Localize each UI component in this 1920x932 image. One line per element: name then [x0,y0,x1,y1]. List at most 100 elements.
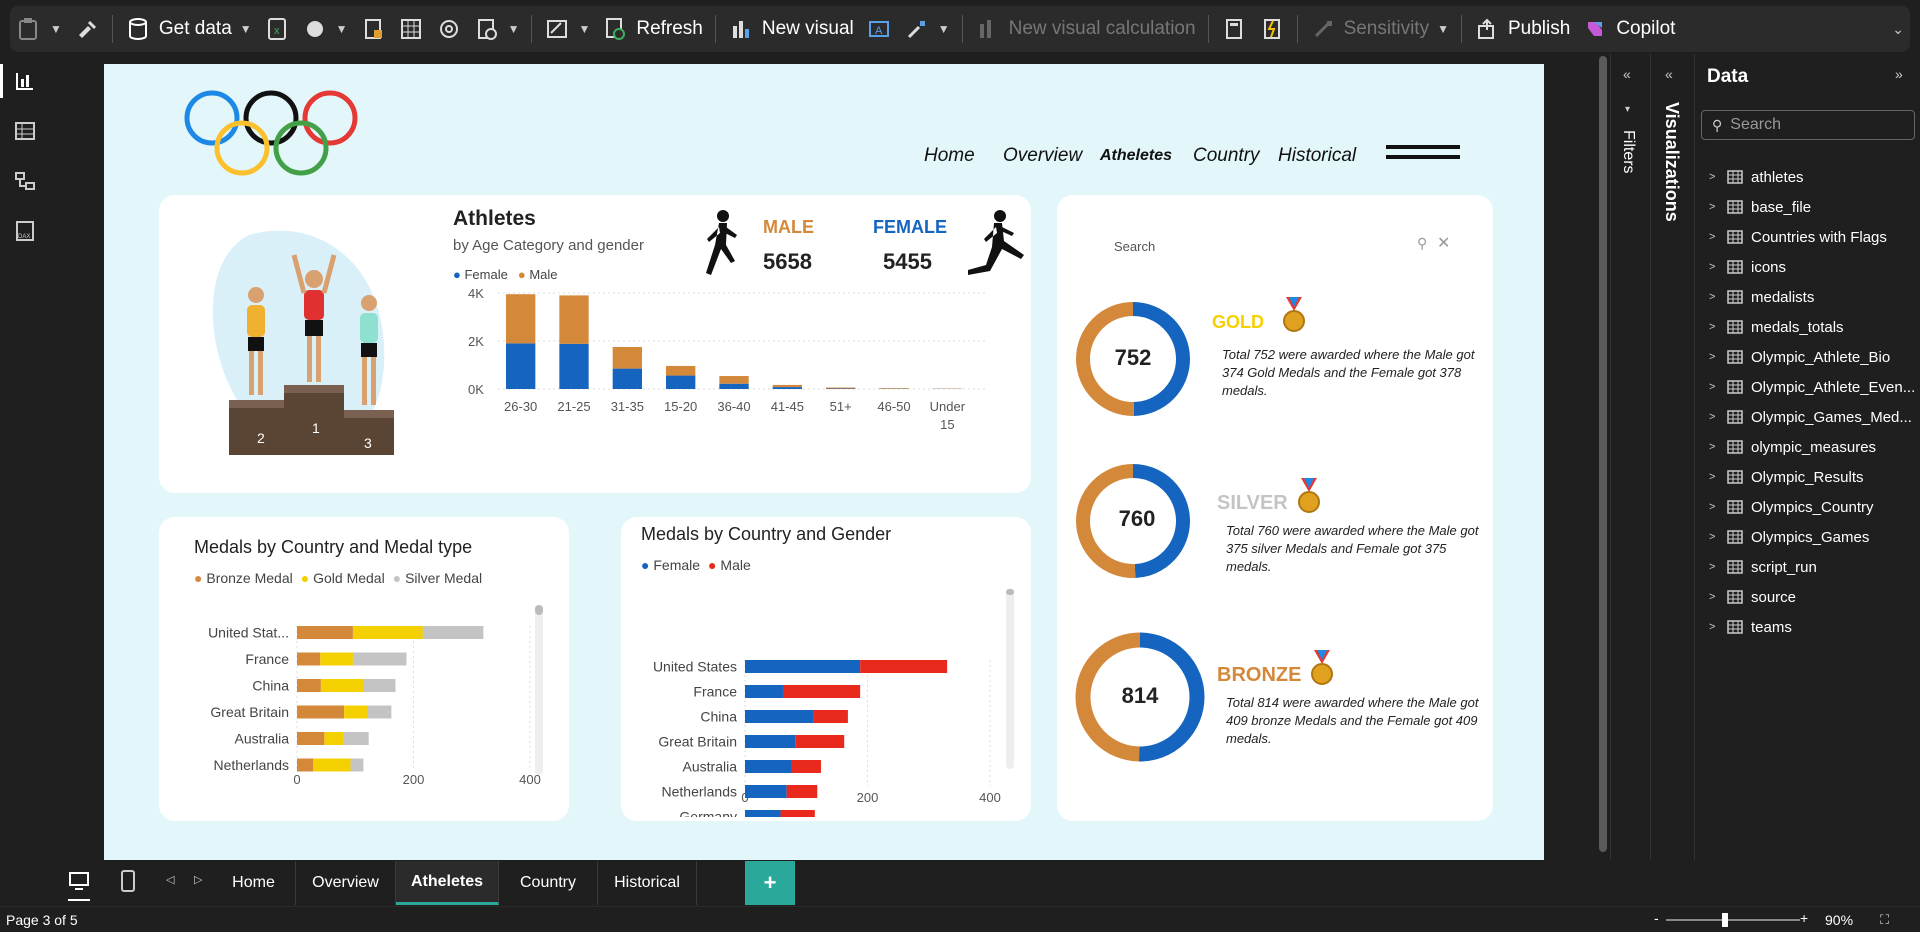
search-icon[interactable]: ⚲ [1417,235,1427,252]
excel-button[interactable]: x [258,9,296,49]
chevron-right-icon[interactable]: > [1709,501,1719,513]
athletes-subtitle: by Age Category and gender [453,237,644,254]
recent-sources-button[interactable]: ▼ [468,9,526,49]
chevron-right-icon[interactable]: > [1709,231,1719,243]
x-tick-label: Under [930,399,966,414]
chevron-right-icon[interactable]: > [1709,441,1719,453]
table-item[interactable]: > olympic_measures [1709,434,1876,460]
chevron-right-icon[interactable]: > [1709,531,1719,543]
page-tab[interactable]: Atheletes [396,861,499,905]
ribbon-expand-button[interactable]: ⌄ [1886,9,1910,49]
onelake-button[interactable]: ▼ [296,9,354,49]
bar-segment [782,685,861,698]
chevron-right-icon[interactable]: > [1709,621,1719,633]
chevron-right-icon[interactable]: > [1709,381,1719,393]
table-item[interactable]: > Olympics_Country [1709,494,1874,520]
table-item[interactable]: > teams [1709,614,1792,640]
copilot-button[interactable]: Copilot [1576,9,1681,49]
table-item[interactable]: > script_run [1709,554,1817,580]
page-tab[interactable]: Historical [598,861,697,905]
more-visuals-button[interactable]: ▼ [898,9,956,49]
chevron-right-icon[interactable]: > [1709,261,1719,273]
nav-historical-link[interactable]: Historical [1278,145,1356,167]
filters-pane[interactable]: « ▾ Filters [1610,54,1650,860]
page-tab[interactable]: Home [212,861,296,905]
zoom-in-button[interactable]: + [1800,910,1808,926]
table-item[interactable]: > Olympic_Games_Med... [1709,404,1912,430]
publish-button[interactable]: Publish [1468,9,1576,49]
chevron-down-icon: ▼ [50,22,62,36]
add-page-button[interactable]: + [745,861,795,905]
nav-athletes-link[interactable]: Atheletes [1100,147,1172,165]
collapse-left-icon[interactable]: « [1623,66,1631,82]
transform-data-button[interactable]: ▼ [538,9,596,49]
dax-query-view-icon[interactable]: DAX [10,216,40,246]
nav-home-link[interactable]: Home [924,145,975,167]
chevron-right-icon[interactable]: > [1709,201,1719,213]
prev-page-icon[interactable]: ◁ [166,873,174,886]
chevron-right-icon[interactable]: > [1709,321,1719,333]
table-item[interactable]: > medals_totals [1709,314,1844,340]
paste-button[interactable]: ▼ [10,9,68,49]
desktop-layout-icon[interactable] [68,870,90,901]
chevron-right-icon[interactable]: > [1709,591,1719,603]
zoom-out-button[interactable]: - [1654,910,1659,926]
chevron-right-icon[interactable]: > [1709,411,1719,423]
category-label: China [700,709,737,725]
zoom-slider[interactable] [1666,913,1800,927]
table-item[interactable]: > base_file [1709,194,1811,220]
fit-to-page-icon[interactable]: ⛶ [1880,912,1889,928]
filters-label[interactable]: Filters [1619,130,1637,174]
sql-button[interactable] [354,9,392,49]
slicer-search-input[interactable]: Search [1114,239,1155,254]
collapse-left-icon[interactable]: « [1665,66,1673,82]
table-item[interactable]: > Countries with Flags [1709,224,1887,250]
next-page-icon[interactable]: ▷ [194,873,202,886]
report-view-icon[interactable] [10,66,40,96]
text-box-button[interactable]: A [860,9,898,49]
table-item[interactable]: > icons [1709,254,1786,280]
visualizations-pane[interactable]: « Visualizations [1650,54,1694,860]
data-search-box[interactable]: ⚲ Search [1701,110,1915,140]
get-data-button[interactable]: Get data ▼ [119,9,258,49]
table-view-icon[interactable] [10,116,40,146]
page-tab[interactable]: Country [499,861,598,905]
chevron-right-icon[interactable]: > [1709,471,1719,483]
bar-segment [352,652,407,666]
table-item[interactable]: > Olympics_Games [1709,524,1869,550]
enter-data-button[interactable] [392,9,430,49]
hamburger-menu-icon[interactable] [1386,145,1460,161]
nav-overview-link[interactable]: Overview [1003,145,1082,167]
chevron-right-icon[interactable]: > [1709,291,1719,303]
refresh-button[interactable]: Refresh [596,9,709,49]
new-visual-button[interactable]: New visual [722,9,860,49]
mobile-layout-icon[interactable] [120,870,136,897]
table-item[interactable]: > Olympic_Athlete_Even... [1709,374,1915,400]
model-view-icon[interactable] [10,166,40,196]
chevron-right-icon[interactable]: > [1709,351,1719,363]
collapse-right-icon[interactable]: » [1895,66,1903,82]
dataverse-button[interactable] [430,9,468,49]
clear-icon[interactable]: ✕ [1437,233,1450,253]
chevron-right-icon[interactable]: > [1709,561,1719,573]
chart-scrollbar[interactable] [535,605,543,775]
page-tab[interactable]: Overview [296,861,396,905]
new-visual-calculation-button[interactable]: New visual calculation [969,9,1202,49]
nav-country-link[interactable]: Country [1193,145,1260,167]
table-name: medals_totals [1751,318,1844,336]
table-item[interactable]: > Olympic_Athlete_Bio [1709,344,1890,370]
legend-label: Bronze Medal [206,570,293,586]
canvas-scrollbar[interactable] [1597,54,1611,860]
chevron-right-icon[interactable]: > [1709,171,1719,183]
table-item[interactable]: > athletes [1709,164,1804,190]
table-item[interactable]: > medalists [1709,284,1814,310]
format-painter-button[interactable] [68,9,106,49]
sensitivity-button[interactable]: Sensitivity ▼ [1304,9,1455,49]
table-item[interactable]: > source [1709,584,1796,610]
visualizations-label[interactable]: Visualizations [1661,102,1682,222]
recent-sources-icon [474,16,500,42]
quick-measure-button[interactable] [1253,9,1291,49]
table-item[interactable]: > Olympic_Results [1709,464,1864,490]
new-measure-button[interactable] [1215,9,1253,49]
chart-scrollbar[interactable] [1006,589,1014,769]
